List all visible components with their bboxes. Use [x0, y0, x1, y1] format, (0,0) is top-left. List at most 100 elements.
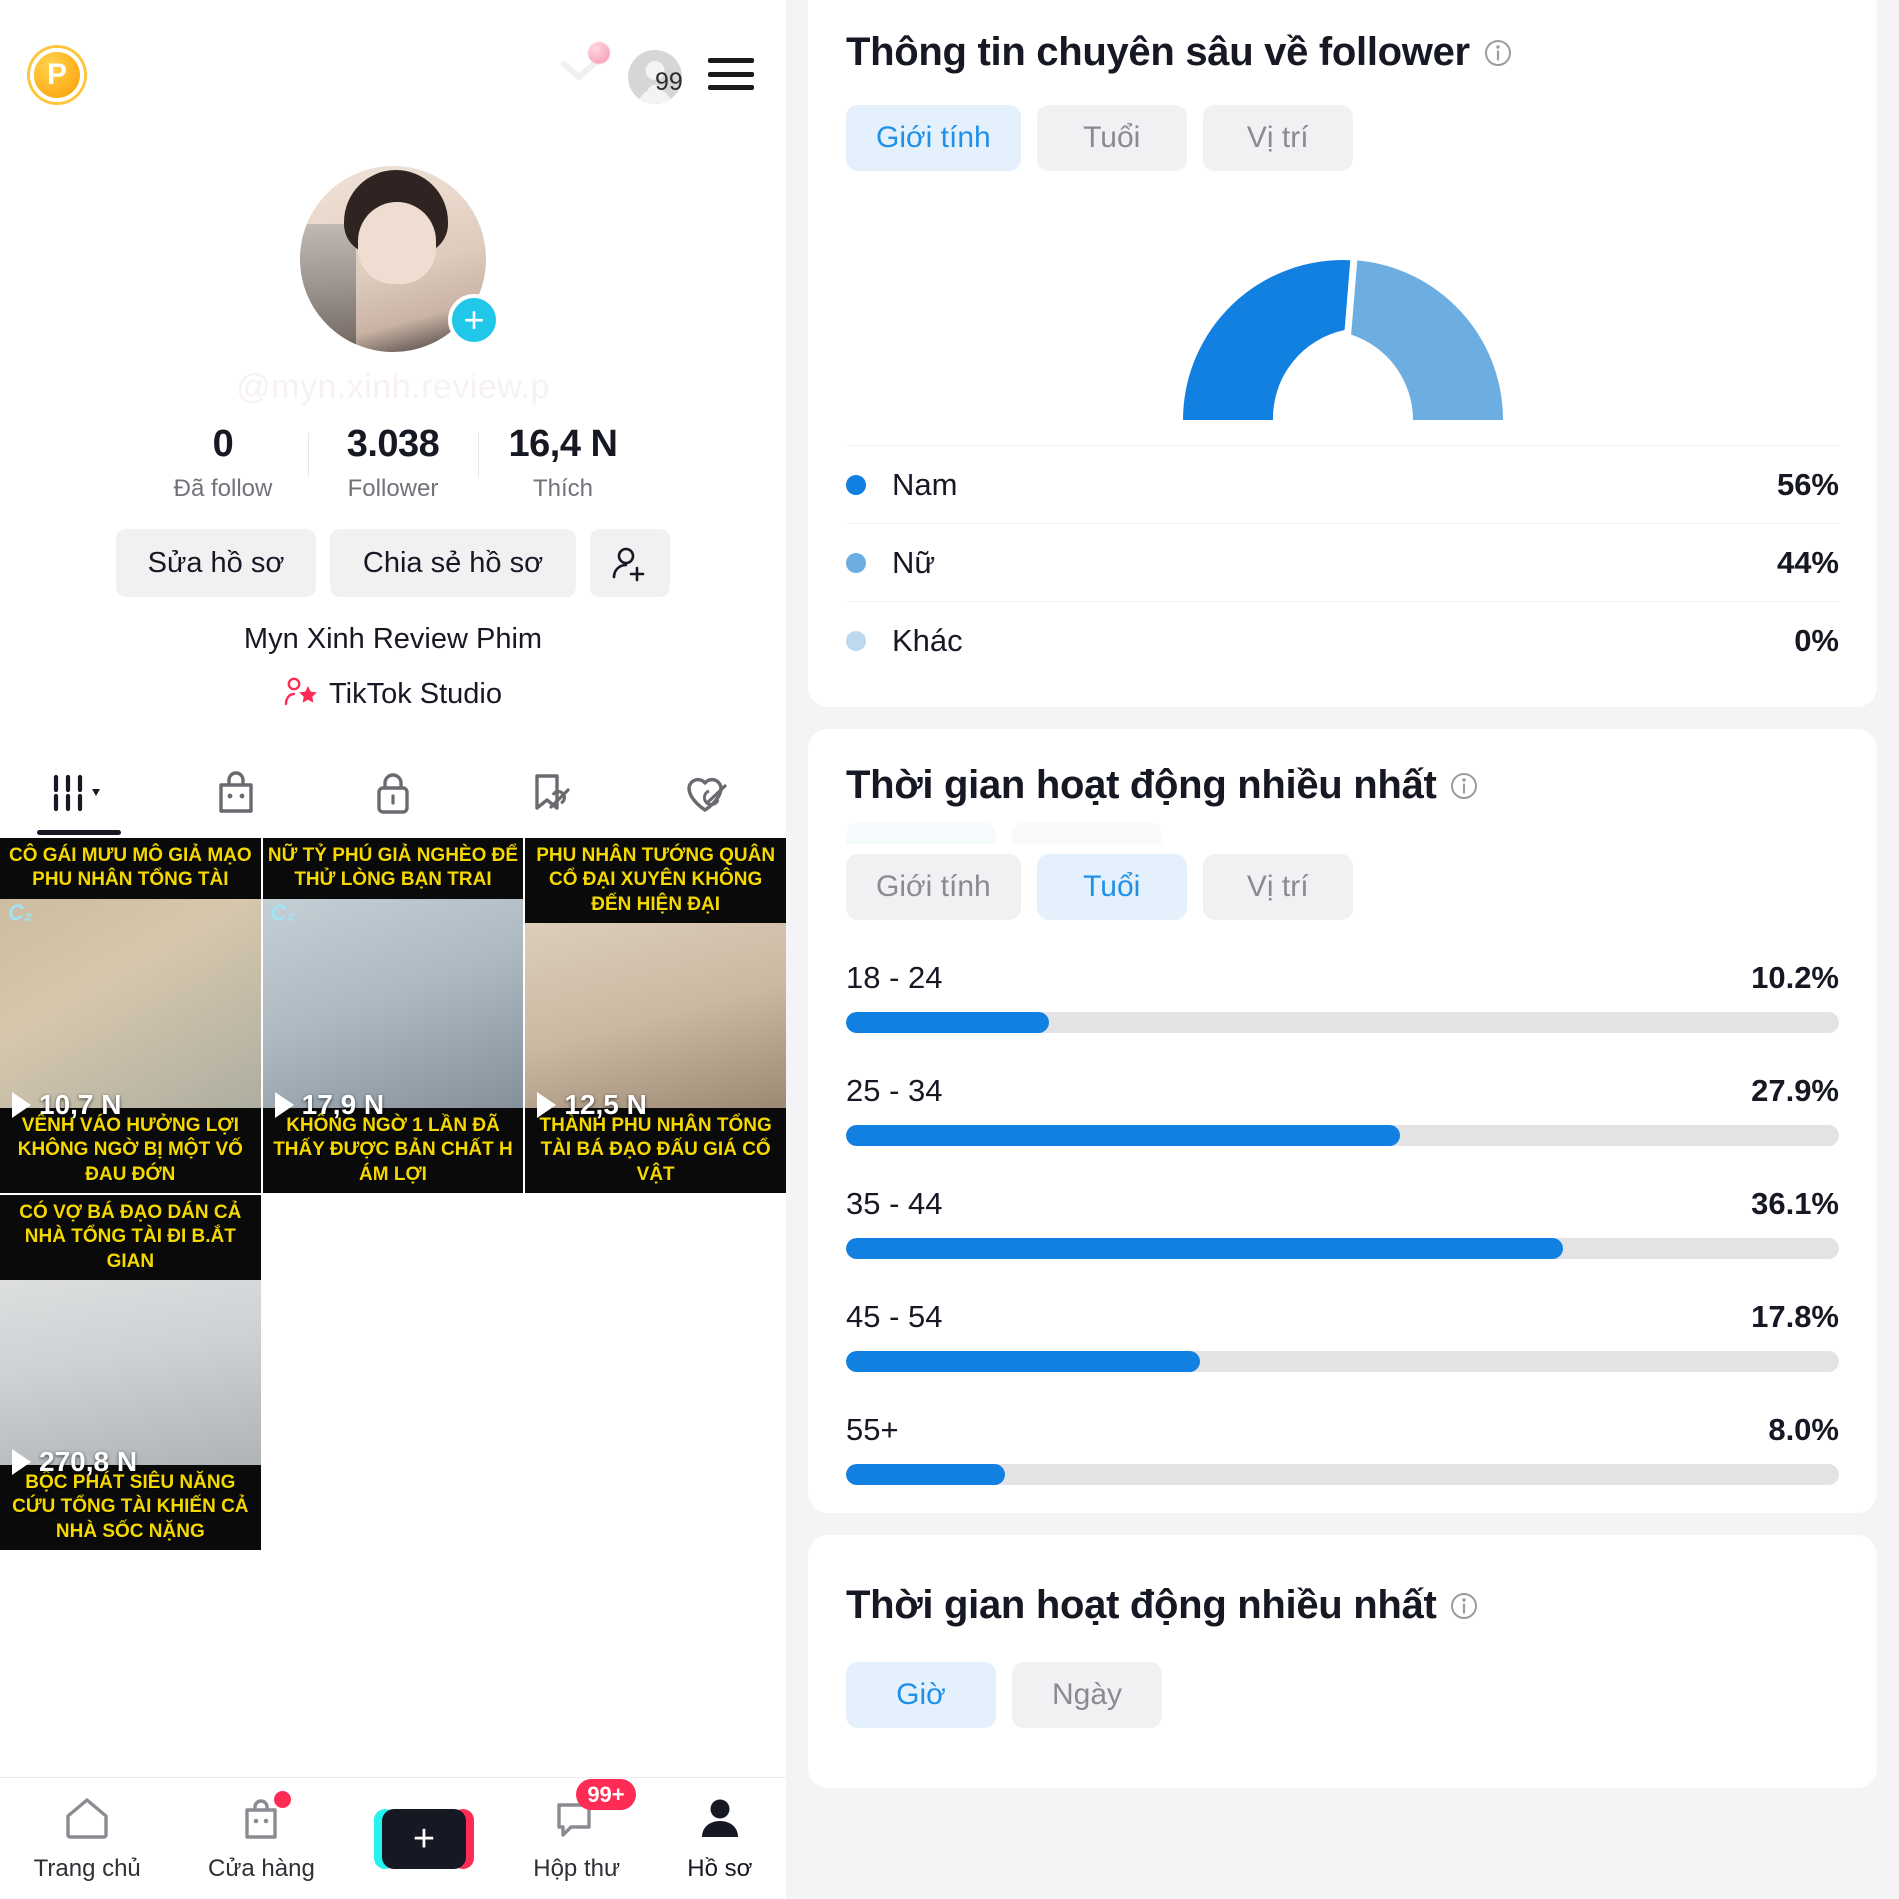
age-bar-fill	[846, 1464, 1005, 1485]
tab-ngay[interactable]: Ngày	[1012, 1662, 1162, 1728]
app-screenshot: P 99 + @myn.xinh.review.p 0 Đã follow 3.…	[0, 0, 1899, 1899]
follower-insight-header: Thông tin chuyên sâu về follower	[846, 30, 1839, 75]
nav-item-shop[interactable]: Cửa hàng	[208, 1790, 315, 1883]
info-circle-icon[interactable]	[1450, 772, 1478, 800]
video-top-caption: CÓ VỢ BÁ ĐẠO DÁN CẢ NHÀ TỔNG TÀI ĐI B.ẮT…	[0, 1195, 261, 1280]
tab-gioi-tinh[interactable]: Giới tính	[846, 854, 1021, 920]
age-bar-track	[846, 1012, 1839, 1033]
legend-row-khac: Khác 0%	[846, 601, 1839, 679]
legend-label: Khác	[892, 622, 963, 658]
tab-gioi-tinh[interactable]: Giới tính	[846, 105, 1021, 171]
play-icon	[12, 1092, 31, 1118]
notification-dot-icon	[588, 42, 610, 64]
home-icon	[62, 1795, 112, 1846]
age-label: 18 - 24	[846, 960, 943, 995]
stat-likes[interactable]: 16,4 N Thích	[478, 423, 648, 503]
tab-tuoi[interactable]: Tuổi	[1036, 105, 1187, 171]
most-active-time-card: Thời gian hoạt động nhiều nhất Giờ Ngày	[808, 1535, 1877, 1788]
stat-following[interactable]: 0 Đã follow	[138, 423, 308, 503]
nav-label: Cửa hàng	[208, 1854, 315, 1882]
video-view-count: 270,8 N	[12, 1446, 137, 1478]
profile-avatar[interactable]: +	[300, 166, 500, 352]
age-bar-track	[846, 1464, 1839, 1485]
nav-label: Trang chủ	[33, 1854, 141, 1882]
shopping-bag-icon[interactable]	[203, 765, 269, 821]
legend-row-nu: Nữ 44%	[846, 523, 1839, 601]
play-icon	[12, 1449, 31, 1475]
age-label: 55+	[846, 1412, 899, 1447]
watermark-logo: C₂	[8, 900, 33, 925]
share-profile-button[interactable]: Chia sẻ hồ sơ	[330, 529, 576, 597]
age-percent: 36.1%	[1751, 1186, 1839, 1221]
heart-hidden-icon[interactable]	[674, 765, 740, 821]
video-thumbnail[interactable]: C₂ PHU NHÂN TƯỚNG QUÂN CỔ ĐẠI XUYÊN KHÔN…	[525, 838, 786, 1193]
age-percent: 8.0%	[1768, 1412, 1839, 1447]
age-bar-fill	[846, 1238, 1563, 1259]
create-plus-icon[interactable]: +	[374, 1808, 475, 1869]
age-bar-track	[846, 1125, 1839, 1146]
lock-private-icon[interactable]	[360, 765, 426, 821]
donut-segment-nam	[1182, 260, 1350, 420]
stat-label: Thích	[532, 475, 594, 502]
gender-half-donut-chart	[846, 195, 1839, 445]
info-circle-icon[interactable]	[1450, 1592, 1478, 1620]
nav-item-create[interactable]: +	[374, 1808, 475, 1869]
follower-insight-card: Thông tin chuyên sâu về follower Giới tí…	[808, 0, 1877, 707]
stat-value: 16,4 N	[508, 423, 618, 465]
stat-followers[interactable]: 3.038 Follower	[308, 423, 478, 503]
view-count-value: 12,5 N	[564, 1089, 647, 1120]
legend-dot-nam	[846, 474, 866, 495]
info-circle-icon[interactable]	[1484, 39, 1512, 67]
video-thumbnail[interactable]: C₂ CÔ GÁI MƯU MÔ GIẢ MẠO PHU NHÂN TỔNG T…	[0, 838, 261, 1193]
profile-action-buttons: Sửa hồ sơ Chia sẻ hồ sơ	[0, 529, 786, 597]
video-thumbnail[interactable]: C₂ NỮ TỶ PHÚ GIẢ NGHÈO ĐỂ THỬ LÒNG BẠN T…	[262, 838, 524, 1193]
age-label: 45 - 54	[846, 1299, 943, 1334]
video-thumbnail[interactable]: C₂ CÓ VỢ BÁ ĐẠO DÁN CẢ NHÀ TỔNG TÀI ĐI B…	[0, 1195, 261, 1550]
video-top-caption: NỮ TỶ PHÚ GIẢ NGHÈO ĐỂ THỬ LÒNG BẠN TRAI	[262, 838, 524, 899]
watermark-logo: C₂	[270, 900, 295, 925]
view-count-value: 17,9 N	[301, 1089, 385, 1120]
tab-tuoi[interactable]: Tuổi	[1036, 854, 1187, 920]
video-view-count: 12,5 N	[537, 1089, 647, 1121]
view-count-value: 270,8 N	[39, 1446, 138, 1477]
legend-dot-nu	[846, 552, 866, 573]
age-bar-row: 45 - 54 17.8%	[846, 1299, 1839, 1372]
profile-stats: 0 Đã follow 3.038 Follower 16,4 N Thích	[0, 423, 786, 503]
tiktok-studio-link[interactable]: TikTok Studio	[0, 676, 786, 713]
video-top-caption: CÔ GÁI MƯU MÔ GIẢ MẠO PHU NHÂN TỔNG TÀI	[0, 838, 261, 899]
most-active-age-tabs: Giới tính Tuổi Vị trí	[846, 854, 1839, 920]
ghost-tabs-overlap	[846, 822, 1839, 844]
age-bar-fill	[846, 1125, 1401, 1146]
nav-item-home[interactable]: Trang chủ	[34, 1795, 141, 1883]
stat-label: Follower	[347, 475, 439, 502]
bookmark-off-icon[interactable]	[517, 765, 583, 821]
menu-hamburger-icon[interactable]	[708, 52, 754, 96]
tab-gio[interactable]: Giờ	[846, 1662, 996, 1728]
nav-label: Hồ sơ	[687, 1854, 753, 1882]
profile-display-name: Myn Xinh Review Phim	[243, 623, 543, 655]
video-grid: C₂ CÔ GÁI MƯU MÔ GIẢ MẠO PHU NHÂN TỔNG T…	[0, 838, 786, 1550]
tab-vi-tri[interactable]: Vị trí	[1202, 854, 1353, 920]
avatar-add-icon[interactable]: +	[448, 294, 500, 346]
stat-label: Đã follow	[173, 475, 273, 502]
most-active-age-header: Thời gian hoạt động nhiều nhất	[846, 763, 1839, 808]
video-view-count: 10,7 N	[12, 1089, 122, 1121]
nav-item-inbox[interactable]: 99+ Hộp thư	[533, 1778, 636, 1883]
profile-content-tabs	[0, 737, 786, 821]
tab-vi-tri[interactable]: Vị trí	[1202, 105, 1353, 171]
profile-person-icon	[696, 1795, 744, 1846]
nav-item-profile[interactable]: Hồ sơ	[687, 1795, 752, 1883]
follower-insight-tabs: Giới tính Tuổi Vị trí	[846, 105, 1839, 171]
add-person-icon[interactable]	[590, 529, 670, 597]
play-icon	[274, 1092, 294, 1118]
legend-label: Nam	[892, 466, 958, 502]
card-title: Thời gian hoạt động nhiều nhất	[846, 763, 1437, 807]
coin-reward-icon[interactable]: P	[30, 48, 84, 102]
edit-profile-button[interactable]: Sửa hồ sơ	[116, 529, 316, 597]
most-active-age-card: Thời gian hoạt động nhiều nhất Giới tính…	[808, 729, 1877, 1513]
stat-value: 0	[212, 423, 234, 465]
age-bar-fill	[846, 1012, 1049, 1033]
nav-label: Hộp thư	[533, 1854, 621, 1882]
view-count-value: 10,7 N	[39, 1089, 122, 1120]
grid-posts-icon[interactable]	[46, 765, 112, 821]
